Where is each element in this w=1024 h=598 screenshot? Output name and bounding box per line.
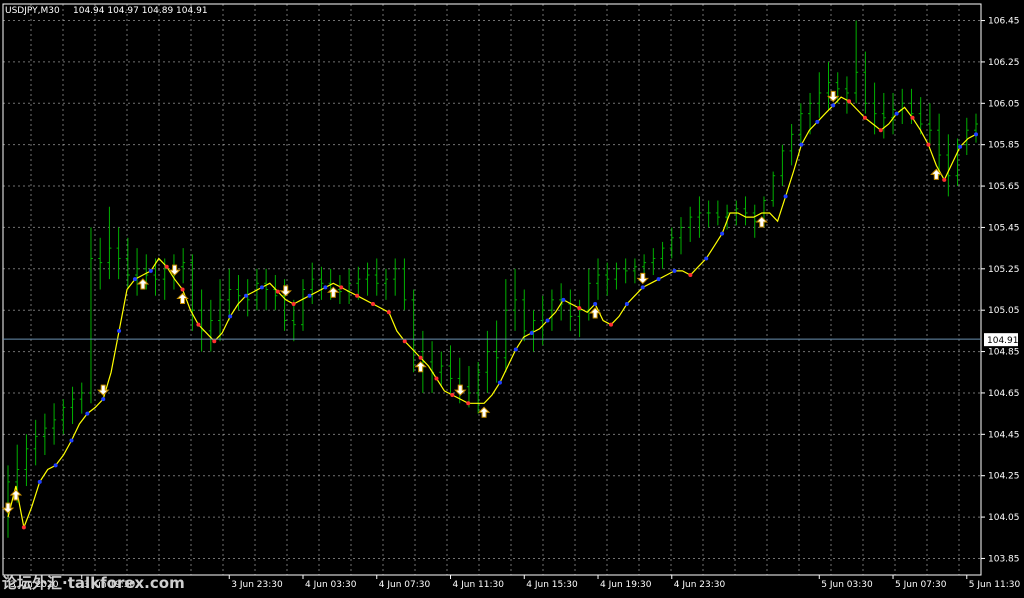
x-tick-label: 3 Jun 23:30: [231, 580, 283, 590]
x-tick-label: 5 Jun 07:30: [895, 580, 947, 590]
y-tick-label: 104.45: [988, 430, 1020, 440]
y-tick-label: 104.25: [988, 472, 1020, 482]
x-tick-label: 4 Jun 19:30: [600, 580, 652, 590]
x-tick-label: 4 Jun 03:30: [305, 580, 357, 590]
up-dot: [704, 256, 709, 261]
y-tick-label: 103.85: [988, 554, 1020, 564]
down-dot: [180, 287, 185, 292]
up-dot: [593, 301, 598, 306]
y-tick-label: 106.45: [988, 17, 1020, 27]
up-dot: [624, 301, 629, 306]
y-tick-label: 105.45: [988, 223, 1020, 233]
up-dot: [85, 411, 90, 416]
down-dot: [339, 285, 344, 290]
down-dot: [291, 301, 296, 306]
down-dot: [21, 525, 26, 530]
up-dot: [799, 142, 804, 147]
y-tick-label: 105.05: [988, 306, 1020, 316]
up-dot: [958, 144, 963, 149]
current-price-tag: 104.91: [984, 333, 1019, 347]
ohlc-readout: 104.94 104.97 104.89 104.91: [73, 6, 208, 16]
up-dot: [117, 328, 122, 333]
down-dot: [164, 264, 169, 269]
price-chart[interactable]: 103.85 104.05 104.25 104.45 104.65 104.85 105.…: [0, 0, 1024, 594]
down-dot: [275, 289, 280, 294]
down-dot: [878, 128, 883, 133]
up-dot: [497, 380, 502, 385]
up-dot: [656, 277, 661, 282]
up-dot: [259, 285, 264, 290]
y-tick-label: 105.85: [988, 141, 1020, 151]
down-dot: [402, 339, 407, 344]
up-dot: [307, 293, 312, 298]
x-tick-label: 5 Jun 11:30: [969, 580, 1021, 590]
y-tick-label: 104.65: [988, 389, 1020, 399]
y-tick-label: 106.05: [988, 99, 1020, 109]
up-dot: [974, 132, 978, 137]
up-dot: [831, 103, 836, 108]
chart-background: [0, 0, 1024, 594]
down-dot: [847, 99, 852, 104]
down-dot: [370, 301, 375, 306]
y-tick-label: 106.25: [988, 58, 1020, 68]
y-tick-label: 105.25: [988, 265, 1020, 275]
down-dot: [450, 393, 455, 398]
y-tick-label: 104.85: [988, 348, 1020, 358]
down-dot: [466, 401, 471, 406]
up-dot: [513, 347, 518, 352]
chart-header: USDJPY,M30 104.94 104.97 104.89 104.91: [5, 6, 208, 16]
up-dot: [720, 231, 725, 236]
down-dot: [418, 355, 423, 360]
up-dot: [228, 314, 233, 319]
x-tick-label: 4 Jun 23:30: [674, 580, 726, 590]
down-dot: [196, 322, 201, 327]
up-dot: [815, 119, 820, 124]
up-dot: [529, 330, 534, 335]
down-dot: [434, 376, 439, 381]
up-dot: [323, 285, 328, 290]
up-dot: [148, 268, 153, 273]
up-dot: [37, 479, 42, 484]
down-dot: [355, 293, 360, 298]
x-tick-label: 4 Jun 11:30: [453, 580, 505, 590]
symbol-label: USDJPY,M30: [5, 6, 60, 16]
up-dot: [132, 277, 137, 282]
down-dot: [386, 310, 391, 315]
chart-window: 103.85 104.05 104.25 104.45 104.65 104.85 105.…: [0, 0, 1024, 594]
up-dot: [101, 397, 106, 402]
x-tick-label: 5 Jun 03:30: [821, 580, 873, 590]
x-tick-label: 4 Jun 07:30: [379, 580, 431, 590]
down-dot: [862, 115, 867, 120]
y-tick-label: 105.65: [988, 182, 1020, 192]
down-dot: [609, 322, 614, 327]
y-tick-label: 104.05: [988, 513, 1020, 523]
x-tick-label: 4 Jun 15:30: [526, 580, 578, 590]
up-dot: [894, 111, 899, 116]
up-dot: [672, 268, 677, 273]
up-dot: [244, 293, 249, 298]
down-dot: [577, 306, 582, 311]
down-dot: [942, 177, 947, 182]
up-dot: [545, 318, 550, 323]
up-dot: [561, 297, 566, 302]
down-dot: [926, 142, 931, 147]
down-dot: [212, 339, 217, 344]
down-dot: [688, 273, 693, 278]
up-dot: [783, 194, 788, 199]
up-dot: [69, 438, 74, 443]
down-dot: [910, 115, 915, 120]
watermark: 论坛外汇·talkforex.com: [2, 574, 185, 592]
up-dot: [640, 285, 645, 290]
current-price-value: 104.91: [987, 336, 1019, 346]
up-dot: [53, 463, 58, 468]
